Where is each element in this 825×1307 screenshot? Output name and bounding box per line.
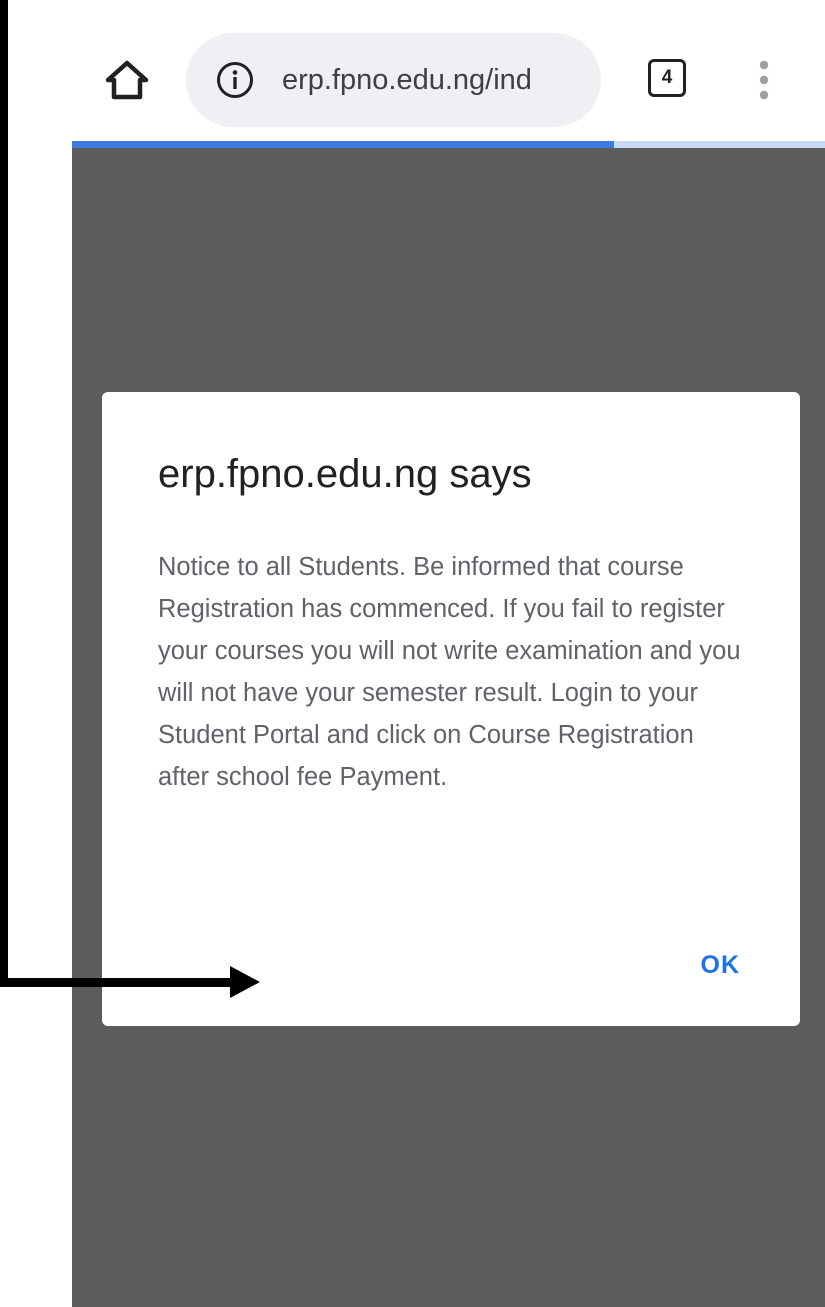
tab-count: 4 <box>661 67 673 88</box>
tab-switcher-button[interactable]: 4 <box>648 59 686 97</box>
url-text: erp.fpno.edu.ng/ind <box>282 64 532 96</box>
address-bar[interactable]: erp.fpno.edu.ng/ind <box>186 33 601 127</box>
home-icon <box>105 60 149 100</box>
annotation-arrowhead <box>230 966 260 998</box>
ok-button[interactable]: OK <box>630 937 740 993</box>
progress-fill <box>72 141 615 148</box>
annotation-arrow-line <box>0 0 8 985</box>
dialog-message: Notice to all Students. Be informed that… <box>158 553 741 791</box>
more-vert-icon <box>759 60 769 100</box>
info-icon[interactable] <box>216 61 254 99</box>
alert-dialog: erp.fpno.edu.ng says Notice to all Stude… <box>102 392 800 1026</box>
dialog-title: erp.fpno.edu.ng says <box>158 452 532 496</box>
home-button[interactable] <box>102 55 152 105</box>
browser-menu-button[interactable] <box>752 58 776 102</box>
page-load-progress <box>72 141 825 148</box>
annotation-arrow-shaft <box>0 978 232 987</box>
